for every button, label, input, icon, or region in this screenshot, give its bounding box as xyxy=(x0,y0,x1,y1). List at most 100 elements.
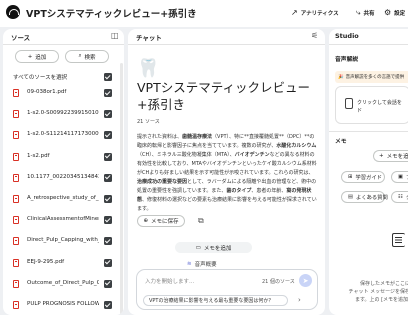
source-name[interactable]: PULP PROGNOSIS FOLLOWI... xyxy=(27,301,99,307)
briefing-chip[interactable]: ▣ ブリ xyxy=(391,171,408,183)
send-button[interactable]: ➤ xyxy=(299,274,312,287)
audio-overview-card[interactable]: クリックして会話を ド xyxy=(335,86,408,124)
source-checkbox[interactable] xyxy=(104,301,112,309)
source-checkbox[interactable] xyxy=(104,173,112,182)
select-all-checkbox[interactable] xyxy=(104,73,112,81)
share-button[interactable]: ⤷ 共有 xyxy=(356,8,375,18)
source-item[interactable]: 10.1177_0022034513484336... xyxy=(3,168,124,187)
source-checkbox[interactable] xyxy=(104,195,112,203)
source-checkbox[interactable] xyxy=(104,279,112,288)
source-checkbox[interactable] xyxy=(104,131,112,140)
add-source-label: 追加 xyxy=(35,54,47,61)
share-icon: ⤷ xyxy=(356,8,361,17)
audio-language-banner: 🎉 音声解説を多くの言語で提供 xyxy=(335,71,408,83)
gear-icon: ⚙ xyxy=(384,8,392,17)
add-source-button[interactable]: + 追加 xyxy=(15,50,59,63)
source-item[interactable]: ClinicalAssessmentofMineral... xyxy=(3,210,124,229)
studio-title: Studio xyxy=(335,32,359,40)
pdf-icon xyxy=(13,216,19,225)
collapse-panel-icon[interactable]: ◫ xyxy=(111,31,119,40)
chat-input-box[interactable]: 入力を開始します... 21 個のソース ➤ VPTの治療結果に影響を与える最も… xyxy=(136,269,318,310)
source-checkbox[interactable] xyxy=(104,89,112,97)
share-label: 共有 xyxy=(363,11,375,17)
source-name[interactable]: Direct_Pulp_Capping_with_C... xyxy=(27,237,99,243)
source-checkbox[interactable] xyxy=(104,152,112,161)
source-item[interactable]: Direct_Pulp_Capping_with_C... xyxy=(3,231,124,250)
source-item[interactable]: 1-s2.0-S1121411717300092-... xyxy=(3,125,124,144)
settings-button[interactable]: ⚙ 設定 xyxy=(384,8,405,17)
studio-add-note-button[interactable]: + メモを追加 xyxy=(373,150,408,162)
memo-empty-state: 保存したメモがここに チャット メッセージを保存 ます。上の [メモを追加] xyxy=(335,280,408,304)
source-item[interactable]: A_retrospective_study_of_i... xyxy=(3,189,124,208)
source-name[interactable]: Outcome_of_Direct_Pulp_Ca... xyxy=(27,280,99,286)
pdf-icon xyxy=(13,89,19,97)
document-icon xyxy=(392,233,405,247)
copy-icon[interactable]: ⧉ xyxy=(198,216,204,226)
source-name[interactable]: 1-s2.0-S00992239915010787... xyxy=(27,110,99,116)
audio-overview-button[interactable]: ≋ 音声概要 xyxy=(187,260,217,268)
chat-panel: チャット ⚟ 🦷 VPTシステマティックレビュー+孫引き 21 ソース 提示され… xyxy=(128,29,325,315)
faq-icon: ▤ xyxy=(348,194,354,200)
summary-segment: 治療成功の重要な要因 xyxy=(137,179,188,185)
input-source-count: 21 個のソース xyxy=(262,279,295,285)
add-memo-button[interactable]: ▭ メモを追加 xyxy=(175,242,252,253)
source-name[interactable]: EEJ-9-295.pdf xyxy=(27,259,99,265)
select-all-label: すべてのソースを選択 xyxy=(13,75,68,81)
source-name[interactable]: 1-s2.pdf xyxy=(27,153,99,159)
analytics-button[interactable]: ↗ アナリティクス xyxy=(291,8,339,17)
source-name[interactable]: 1-s2.0-S1121411717300092-... xyxy=(27,131,99,137)
pdf-icon xyxy=(13,258,19,267)
source-item[interactable]: 1-s2.0-S00992239915010787... xyxy=(3,104,124,123)
summary-segment: 歯髄温存療法 xyxy=(182,134,213,140)
sources-panel: ソース ◫ + 追加 ⌕ 検索 すべてのソースを選択 09-038or1.pdf… xyxy=(3,29,124,315)
source-item[interactable]: 09-038or1.pdf xyxy=(3,83,124,102)
audio-section-title: 音声解説 xyxy=(335,57,359,63)
note-emoji: 🦷 xyxy=(137,58,160,79)
study-guide-label: 学習ガイド xyxy=(355,175,382,181)
chat-settings-icon[interactable]: ⚟ xyxy=(311,31,318,40)
notebooklm-logo-icon[interactable] xyxy=(6,5,20,19)
source-item[interactable]: 1-s2.pdf xyxy=(3,147,124,166)
source-item[interactable]: Outcome_of_Direct_Pulp_Ca... xyxy=(3,274,124,293)
pdf-icon xyxy=(13,237,19,246)
study-guide-chip[interactable]: ⊞ 学習ガイド xyxy=(341,171,385,183)
source-name[interactable]: ClinicalAssessmentofMineral... xyxy=(27,216,99,222)
source-checkbox[interactable] xyxy=(104,110,112,119)
source-item[interactable]: EEJ-9-295.pdf xyxy=(3,253,124,272)
source-name[interactable]: 10.1177_0022034513484336... xyxy=(27,174,99,180)
discover-source-label: 検索 xyxy=(84,54,96,61)
source-name[interactable]: A_retrospective_study_of_i... xyxy=(27,195,99,201)
notebook-title[interactable]: VPTシステマティックレビュー+孫引き xyxy=(26,6,197,20)
audio-card-text: クリックして会話を ド xyxy=(357,99,402,115)
source-checkbox[interactable] xyxy=(104,216,112,225)
chevron-right-icon[interactable]: › xyxy=(298,296,301,304)
memo-empty-line-2: チャット メッセージを保存 xyxy=(348,289,408,295)
top-bar: VPTシステマティックレビュー+孫引き ↗ アナリティクス ⤷ 共有 ⚙ 設定 xyxy=(0,0,408,27)
note-add-icon: ▭ xyxy=(195,244,201,251)
pin-icon: ⊕ xyxy=(143,218,149,224)
faq-chip[interactable]: ▤ よくある質問 xyxy=(341,191,388,203)
sources-divider xyxy=(3,44,124,45)
pdf-icon xyxy=(13,131,19,140)
notebook-summary: 提示された資料は、歯髄温存療法（VPT）、特に**直接覆髄処置**（DPC）**… xyxy=(137,133,317,214)
source-checkbox[interactable] xyxy=(104,237,112,246)
pdf-icon xyxy=(13,173,19,182)
source-name[interactable]: 09-038or1.pdf xyxy=(27,89,99,95)
source-checkbox[interactable] xyxy=(104,258,112,267)
faq-label: よくある質問 xyxy=(356,195,388,201)
timeline-chip[interactable]: ☷ タ xyxy=(391,191,408,203)
summary-segment: 、修復材料の選択などの要素も治療結果に影響を与える可能性が探求されています。 xyxy=(137,197,317,212)
memo-section-title: メモ xyxy=(335,139,347,145)
source-item[interactable]: PULP PROGNOSIS FOLLOWI... xyxy=(3,295,124,314)
notebook-heading: VPTシステマティックレビュー+孫引き xyxy=(137,80,310,112)
send-arrow-icon: ➤ xyxy=(302,276,309,285)
sources-title: ソース xyxy=(11,34,31,42)
suggested-question[interactable]: VPTの治療結果に影響を与える最も重要な要因は何か？ xyxy=(143,295,288,306)
magnifier-icon: ⌕ xyxy=(78,53,82,59)
audio-card-line-1: クリックして会話を xyxy=(357,100,402,106)
discover-source-button[interactable]: ⌕ 検索 xyxy=(65,50,109,63)
save-to-memo-button[interactable]: ⊕ メモに保存 xyxy=(137,215,185,227)
audio-overview-label: 音声概要 xyxy=(194,262,217,268)
sources-scrollbar[interactable] xyxy=(120,63,123,315)
chat-input-placeholder[interactable]: 入力を開始します... xyxy=(145,277,194,285)
